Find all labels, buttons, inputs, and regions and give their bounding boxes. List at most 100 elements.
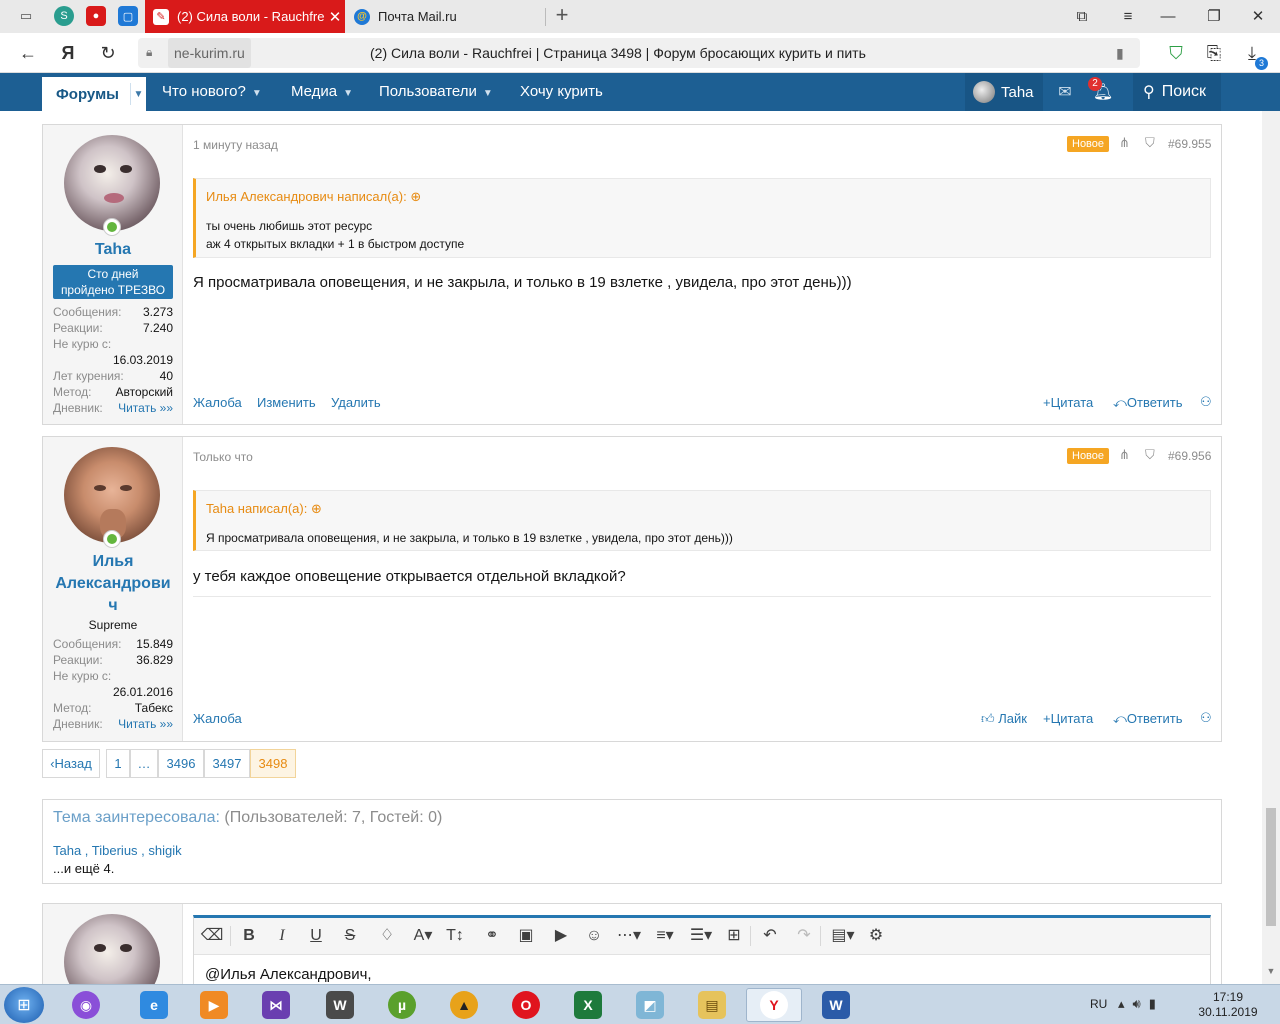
collections-icon[interactable]: ⧉ (1068, 5, 1096, 27)
close-tab-icon[interactable]: ✕ (325, 8, 345, 26)
font-icon[interactable]: A▾ (408, 924, 438, 948)
nav-search[interactable]: ⚲ Поиск (1133, 73, 1221, 111)
taskbar-app-wot[interactable]: W (312, 988, 368, 1022)
start-button[interactable]: ⊞ (4, 987, 44, 1023)
taskbar-app-opera[interactable]: O (498, 988, 554, 1022)
align-icon[interactable]: ≡▾ (650, 924, 680, 948)
lock-icon[interactable]: 🔒︎ (146, 45, 160, 61)
taskbar-app-alice[interactable]: ◉ (58, 988, 114, 1022)
save-draft-icon[interactable]: ▤▾ (828, 924, 858, 948)
like-button[interactable]: 👍︎ Лайк (981, 711, 1027, 727)
bookmark-icon[interactable]: ⛉ (1145, 135, 1155, 151)
undo-icon[interactable]: ↶ (758, 924, 782, 948)
pinned-tab-icon[interactable]: S (54, 6, 74, 26)
url-field[interactable]: 🔒︎ ne-kurim.ru (2) Сила воли - Rauchfrei… (138, 38, 1140, 68)
taskbar-app-notes[interactable]: ◩ (622, 988, 678, 1022)
post-time[interactable]: 1 минуту назад (193, 138, 278, 152)
media-icon[interactable]: ▶ (549, 924, 573, 948)
nav-whats-new[interactable]: Что нового? ▼ (162, 73, 262, 111)
language-indicator[interactable]: RU (1090, 997, 1107, 1011)
taskbar-app-utorrent[interactable]: µ (374, 988, 430, 1022)
new-tab-button[interactable]: + (550, 4, 574, 28)
pinned-tab-icon[interactable]: ▢ (118, 6, 138, 26)
taskbar-app-excel[interactable]: X (560, 988, 616, 1022)
post-author[interactable]: Илья Александрови ч (43, 551, 183, 617)
table-icon[interactable]: ⊞ (722, 924, 746, 948)
taskbar-app-yandex[interactable]: Y (746, 988, 802, 1022)
report-link[interactable]: Жалоба (193, 711, 242, 726)
diary-link[interactable]: Читать »» (118, 717, 173, 731)
close-window-button[interactable]: ✕ (1244, 5, 1272, 27)
post-author[interactable]: Taha (43, 239, 183, 261)
maximize-button[interactable]: ❐ (1200, 5, 1228, 27)
link-icon[interactable]: ⚭ (480, 924, 504, 948)
settings-gear-icon[interactable]: ⚙ (864, 924, 888, 948)
extension-icon[interactable]: ⎘ (1202, 41, 1226, 65)
redo-icon[interactable]: ↷ (792, 924, 816, 948)
taskbar-app-explorer[interactable]: ▤ (684, 988, 740, 1022)
reply-button[interactable]: ⤺Ответить (1113, 395, 1182, 411)
nav-forums[interactable]: Форумы ▼ (42, 77, 146, 111)
pagination-page[interactable]: 3497 (204, 749, 250, 778)
avatar[interactable] (64, 447, 160, 543)
font-size-icon[interactable]: T↕ (440, 924, 470, 948)
italic-icon[interactable]: I (270, 924, 294, 948)
reload-icon[interactable]: ↻ (96, 41, 120, 65)
delete-link[interactable]: Удалить (331, 395, 381, 410)
quote-header[interactable]: Илья Александрович написал(а): ⊕ (206, 189, 421, 205)
bookmark-icon[interactable]: ⛉ (1145, 447, 1155, 463)
avatar[interactable] (64, 135, 160, 231)
pinned-tab-icon[interactable]: ● (86, 6, 106, 26)
yandex-logo-icon[interactable]: Я (56, 41, 80, 65)
menu-icon[interactable]: ≡ (1114, 5, 1142, 27)
pagination-current[interactable]: 3498 (250, 749, 296, 778)
post-time[interactable]: Только что (193, 450, 253, 464)
edit-link[interactable]: Изменить (257, 395, 316, 410)
pagination-page[interactable]: 3496 (158, 749, 204, 778)
scroll-down-icon[interactable]: ▼ (1266, 966, 1276, 978)
bookmark-icon[interactable]: ▮ (1116, 45, 1130, 61)
inbox-icon[interactable]: ✉ (1047, 73, 1083, 111)
pagination-prev[interactable]: ‹Назад (42, 749, 100, 778)
image-icon[interactable]: ▣ (514, 924, 538, 948)
back-button[interactable]: ← (16, 41, 40, 65)
user-icon[interactable]: ⚇ (1200, 710, 1212, 726)
underline-icon[interactable]: U (304, 924, 328, 948)
more-options-icon[interactable]: ⋯▾ (614, 924, 644, 948)
nav-want-smoke[interactable]: Хочу курить (520, 73, 603, 111)
pagination-page[interactable]: 1 (106, 749, 130, 778)
browser-tab-active[interactable]: ✎ (2) Сила воли - Rauchfrei ✕ (145, 0, 345, 33)
strikethrough-icon[interactable]: S (338, 924, 362, 948)
clear-format-icon[interactable]: ⌫ (200, 924, 224, 948)
quote-button[interactable]: +Цитата (1043, 395, 1093, 410)
pagination-ellipsis[interactable]: … (130, 749, 158, 778)
diary-link[interactable]: Читать »» (118, 401, 173, 415)
editor-text[interactable]: @Илья Александрович, (205, 966, 372, 983)
scrollbar-thumb[interactable] (1266, 808, 1276, 926)
viewers-list[interactable]: Taha , Tiberius , shigik (53, 843, 182, 858)
user-icon[interactable]: ⚇ (1200, 394, 1212, 410)
minimize-button[interactable]: — (1154, 5, 1182, 27)
clock[interactable]: 17:19 30.11.2019 (1198, 990, 1258, 1020)
taskbar-app-ie[interactable]: e (126, 988, 182, 1022)
taskbar-app-aimp[interactable]: ▲ (436, 988, 492, 1022)
reply-editor[interactable]: ⌫ B I U S ♢ A▾ T↕ ⚭ ▣ ▶ ☺ ⋯▾ ≡▾ ☰▾ ⊞ ↶ ↷… (193, 915, 1211, 995)
reply-button[interactable]: ⤺Ответить (1113, 711, 1182, 727)
bold-icon[interactable]: B (237, 924, 261, 948)
post-number[interactable]: #69.956 (1168, 449, 1211, 463)
browser-tab-mail[interactable]: @ Почта Mail.ru (346, 0, 546, 33)
list-icon[interactable]: ☰▾ (686, 924, 716, 948)
nav-user-account[interactable]: Taha (965, 73, 1043, 111)
chevron-down-icon[interactable]: ▼ (130, 83, 146, 105)
taskbar-app-player[interactable]: ▶ (186, 988, 242, 1022)
color-icon[interactable]: ♢ (375, 924, 399, 948)
share-icon[interactable]: ⋔ (1119, 135, 1130, 151)
tabs-overview-icon[interactable]: ▭ (16, 6, 36, 26)
share-icon[interactable]: ⋔ (1119, 447, 1130, 463)
taskbar-app-word[interactable]: W (808, 988, 864, 1022)
quote-header[interactable]: Taha написал(а): ⊕ (206, 501, 322, 517)
quote-button[interactable]: +Цитата (1043, 711, 1093, 726)
nav-members[interactable]: Пользователи ▼ (379, 73, 493, 111)
nav-media[interactable]: Медиа ▼ (291, 73, 353, 111)
protect-icon[interactable]: ⛉ (1164, 41, 1188, 65)
